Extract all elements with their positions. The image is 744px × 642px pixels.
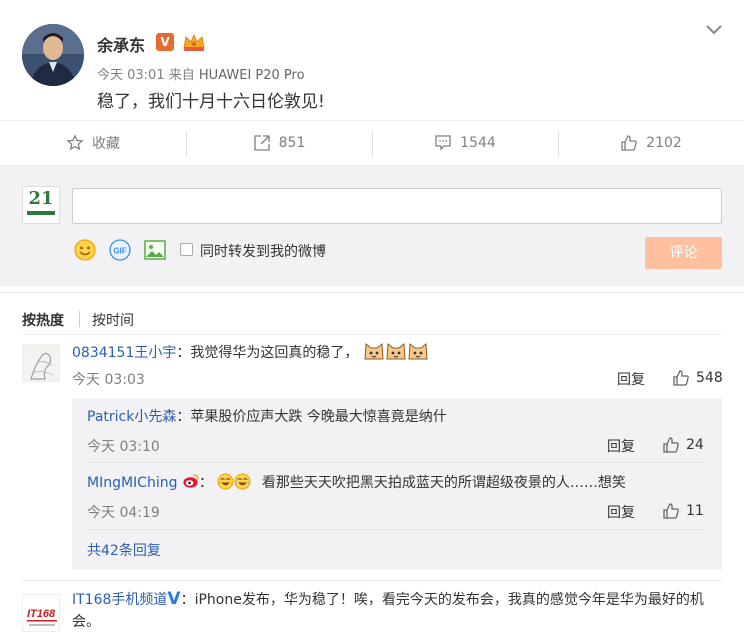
current-user-avatar[interactable]: 21 — [22, 186, 60, 224]
sub-divider — [87, 529, 707, 530]
sub-comment-user[interactable]: Patrick小先森 — [87, 409, 176, 425]
avatar-logo-text: 21 — [28, 188, 54, 209]
comment-divider — [22, 580, 722, 581]
cat-emoji-icon — [408, 343, 428, 360]
post-meta: 今天 03:01 来自 HUAWEI P20 Pro — [97, 64, 305, 83]
thumbs-up-icon — [673, 370, 689, 386]
forward-button[interactable]: 851 — [186, 121, 372, 165]
sub-comment-body: MIngMIChing ： 看那些天天吹把黑天拍成蓝天的所谓超级夜景的人……想笑 — [87, 472, 626, 494]
comment-button[interactable]: 1544 — [372, 121, 558, 165]
image-icon[interactable] — [143, 238, 167, 262]
sub-like-button[interactable]: 11 — [662, 502, 704, 520]
comment-user[interactable]: IT168手机频道 — [72, 592, 167, 608]
sub-comment-colon: ： — [198, 475, 213, 491]
sub-comment-text: ：苹果股价应声大跌 今晚最大惊喜竟是纳什 — [176, 409, 447, 425]
thumbs-up-icon — [621, 135, 637, 151]
cat-emoji-icon — [386, 343, 406, 360]
comment-composer — [0, 166, 744, 286]
forward-count: 851 — [278, 135, 306, 151]
comment-icon — [435, 135, 451, 151]
submit-comment-button[interactable]: 评论 — [645, 237, 722, 269]
sub-like-button[interactable]: 24 — [662, 436, 704, 454]
reply-button[interactable]: 回复 — [617, 369, 645, 389]
thumbs-up-icon — [663, 503, 679, 519]
sort-divider — [79, 311, 80, 327]
action-bar: 收藏 851 1544 2102 — [0, 120, 744, 166]
comment-body: 0834151王小宇：我觉得华为这回真的稳了， — [72, 341, 429, 364]
post-device[interactable]: HUAWEI P20 Pro — [199, 68, 305, 83]
gif-icon[interactable]: GIF — [108, 238, 132, 262]
sub-like-count: 24 — [686, 437, 704, 453]
comment-like-button[interactable]: 548 — [672, 369, 723, 387]
star-icon — [66, 134, 84, 151]
post-text: 稳了，我们十月十六日伦敦见! — [97, 92, 325, 112]
sub-divider — [87, 462, 707, 463]
crown-badge-icon[interactable] — [182, 32, 206, 52]
sub-comment-text: 看那些天天吹把黑天拍成蓝天的所谓超级夜景的人……想笑 — [261, 475, 626, 491]
post-time[interactable]: 今天 03:01 — [97, 68, 165, 83]
share-icon — [253, 135, 270, 151]
also-forward-checkbox[interactable] — [180, 243, 193, 256]
sub-like-count: 11 — [686, 503, 704, 519]
comment-body: IT168手机频道V：iPhone发布，华为稳了！唉，看完今天的发布会，我真的感… — [72, 588, 724, 633]
view-all-replies-link[interactable]: 共42条回复 — [87, 540, 161, 562]
sub-comment-body: Patrick小先森：苹果股价应声大跌 今晚最大惊喜竟是纳什 — [87, 406, 447, 428]
sub-comment-time: 今天 04:19 — [87, 505, 160, 521]
post-source-prefix: 来自 — [168, 68, 195, 83]
svg-text:GIF: GIF — [113, 247, 126, 256]
sub-comment-time: 今天 03:10 — [87, 439, 160, 455]
sub-reply-button[interactable]: 回复 — [607, 436, 635, 456]
verified-badge-icon: V — [156, 33, 174, 51]
sort-by-hot-tab[interactable]: 按热度 — [22, 310, 64, 330]
commenter-avatar[interactable] — [22, 344, 60, 382]
like-button[interactable]: 2102 — [558, 121, 744, 165]
sub-comment-user[interactable]: MIngMIChing — [87, 475, 177, 491]
like-count: 2102 — [646, 135, 682, 151]
weibo-badge-icon — [183, 474, 199, 488]
avatar-logo-bar — [27, 211, 55, 215]
author-name[interactable]: 余承东 — [97, 32, 145, 56]
comment-input[interactable] — [72, 188, 722, 224]
commenter-avatar[interactable]: IT168 — [22, 594, 60, 632]
comment-like-count: 548 — [696, 370, 723, 386]
laugh-cry-emoji-icon — [234, 473, 251, 490]
cat-emoji-icon — [364, 343, 384, 360]
comment-time: 今天 03:03 — [72, 372, 145, 388]
laugh-cry-emoji-icon — [217, 473, 234, 490]
comment-count: 1544 — [460, 135, 496, 151]
sort-by-time-tab[interactable]: 按时间 — [92, 310, 134, 330]
smile-icon[interactable] — [73, 238, 97, 262]
author-avatar[interactable] — [22, 24, 84, 86]
favorite-button[interactable]: 收藏 — [0, 121, 186, 165]
svg-text:IT168: IT168 — [27, 608, 56, 620]
chevron-down-icon[interactable] — [704, 22, 724, 38]
also-forward-label[interactable]: 同时转发到我的微博 — [200, 241, 326, 261]
thumbs-up-icon — [663, 437, 679, 453]
comment-user[interactable]: 0834151王小宇 — [72, 345, 176, 361]
sub-reply-button[interactable]: 回复 — [607, 502, 635, 522]
verified-v-icon: V — [167, 589, 181, 609]
sort-underline — [22, 334, 722, 335]
favorite-label: 收藏 — [92, 136, 120, 152]
comment-text: ：我觉得华为这回真的稳了， — [176, 345, 359, 361]
